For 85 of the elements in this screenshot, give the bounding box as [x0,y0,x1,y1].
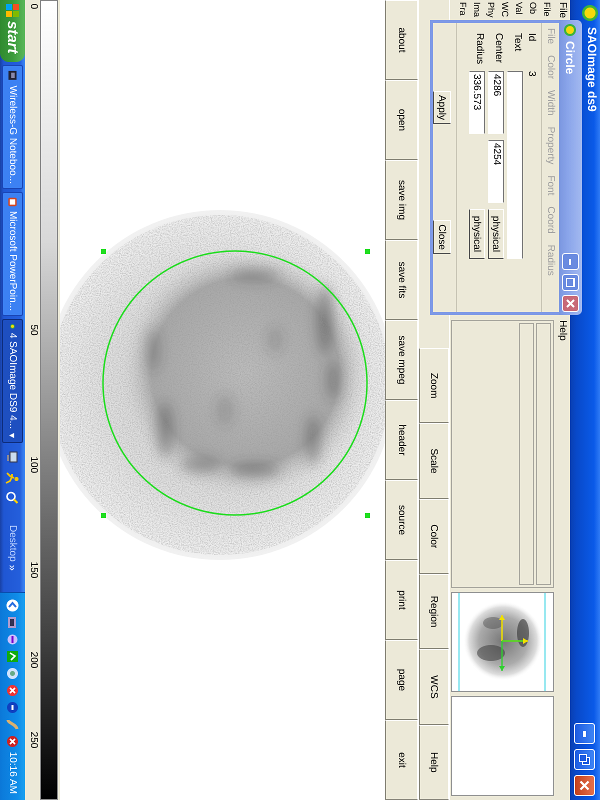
minimize-icon [583,730,586,736]
toolbar-button[interactable]: print [385,560,418,640]
close-dialog-button[interactable]: Close [433,220,451,254]
toolbar-button[interactable]: save fits [385,240,418,320]
tray-icon[interactable] [6,700,19,714]
resize-handle[interactable] [365,513,370,518]
resize-handle[interactable] [101,249,106,254]
maximize-button[interactable] [562,274,579,291]
tray-icon[interactable] [6,598,19,612]
dialog-title: Circle [564,41,578,76]
minimize-button[interactable] [562,253,579,270]
colorbar-tick-label: 0 [28,4,39,10]
toolbar-button[interactable]: source [385,480,418,560]
app-icon [581,4,599,22]
region-circle[interactable] [102,250,368,516]
restore-button[interactable] [574,749,595,770]
center-x-field[interactable]: 4286 [488,71,504,134]
resize-handle[interactable] [365,249,370,254]
toolbar-button[interactable]: Zoom [419,348,449,424]
toolbar-button[interactable]: header [385,400,418,480]
text-label: Text [511,33,523,54]
toolbar-button[interactable]: Region [419,574,449,650]
toolbar-button[interactable]: about [385,0,418,80]
text-field[interactable] [507,71,523,259]
tray-icon[interactable] [6,616,19,629]
start-button[interactable]: start [0,0,25,62]
info-label: Ima [471,2,483,19]
menu-item[interactable]: File [557,2,568,18]
close-button[interactable] [574,775,595,796]
tray-icon[interactable] [6,684,19,697]
magnifier-icon [6,491,20,505]
info-label: Val [513,2,525,16]
coordinate-system-button[interactable]: physical [488,209,504,259]
tray-icon[interactable] [6,650,19,663]
taskbar-button[interactable]: Microsoft PowerPoin... [2,192,23,316]
close-icon [579,780,590,791]
tray-icon[interactable] [6,734,19,748]
resize-handle[interactable] [101,513,106,518]
colorbar-tick-label: 100 [28,456,39,474]
taskbar-button[interactable]: Wireless-G Noteboo... [2,65,23,189]
maximize-icon [566,278,575,287]
toolbar-button[interactable]: open [385,80,418,160]
minimize-button[interactable] [574,723,595,744]
app-icon [6,70,19,82]
app-icon [564,23,578,37]
restore-icon [579,754,590,765]
menu-item[interactable]: Help [557,320,568,341]
toolbar-button[interactable]: page [385,640,418,720]
toolbar-button[interactable]: Color [419,498,449,574]
colorbar-tick-label: 50 [28,324,39,336]
close-icon [566,299,575,308]
colorbar-tick-label: 200 [28,652,39,668]
toolbar-button[interactable]: Scale [419,423,449,499]
tray-icon[interactable] [6,632,19,646]
id-value: 3 [526,71,537,79]
colorbar-tick-label: 250 [28,732,39,748]
info-label: File [541,2,553,19]
toolbar-button[interactable]: save mpeg [385,320,418,400]
chevron-button[interactable]: » [6,564,18,571]
window-title: SAOImage ds9 [585,27,599,114]
running-figure-icon [6,471,20,485]
toolbar-button[interactable]: WCS [419,649,449,725]
info-label: Ob [527,2,539,16]
toolbar-button[interactable]: save img [385,160,418,240]
windows-logo-icon [6,4,20,18]
id-label: Id [526,33,537,44]
toolbar-button[interactable]: Help [419,724,449,800]
minimize-icon [570,258,572,264]
info-label: Phy [485,2,497,19]
apply-button[interactable]: Apply [433,91,451,124]
center-y-field[interactable]: 4254 [488,140,504,203]
app-icon [6,197,19,207]
info-label: Fra [457,2,469,18]
computer-icon [6,451,20,465]
toolbar-button[interactable]: exit [385,720,418,800]
caret-icon: ▾ [6,433,18,438]
taskbar-button[interactable]: 4 SAOImage DS9 4... ▾ [2,319,23,443]
center-label: Center [492,33,504,65]
close-button[interactable] [562,295,579,312]
toolbar-label: Desktop [7,525,18,562]
radius-units-button[interactable]: physical [469,209,485,259]
clock: 10:16 AM [7,752,18,794]
info-label: WC [499,2,511,19]
colorbar-tick-label: 150 [28,562,39,578]
radius-label: Radius [473,33,485,65]
